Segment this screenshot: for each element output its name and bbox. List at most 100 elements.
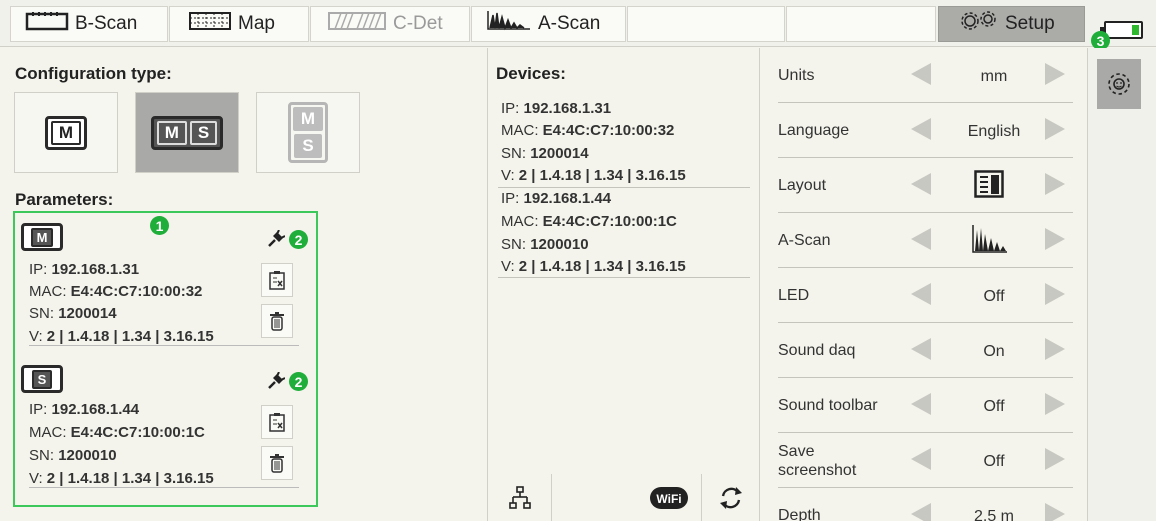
arrow-left-icon[interactable] [911,228,931,250]
arrow-right-icon[interactable] [1045,393,1065,415]
cdet-icon [327,10,387,38]
tab-cdet-label: C-Det [393,13,443,34]
device-m-icon: M [21,223,63,251]
config-m-icon: M [44,115,88,150]
tab-ascan-label: A-Scan [538,13,601,34]
link-icon [267,371,286,395]
device-m-clear-button[interactable] [261,263,293,297]
top-toolbar: B-Scan Map C-Det A-Scan Setup 3 [0,0,1156,50]
refresh-button[interactable] [706,474,756,521]
right-sidebar [1087,48,1156,521]
config-cell: S [189,120,218,145]
config-title: Configuration type: [15,64,172,83]
bscan-icon [25,10,69,38]
arrow-right-icon[interactable] [1045,503,1065,521]
devices-panel: Devices: IP: 192.168.1.31 MAC: E4:4C:C7:… [487,48,760,521]
tab-cdet[interactable]: C-Det [310,6,470,42]
device-m-version: V: 2 | 1.4.18 | 1.34 | 3.16.15 [29,328,214,345]
config-option-m[interactable]: M [14,92,118,173]
battery-indicator [1100,21,1143,39]
device-s-clear-button[interactable] [261,405,293,439]
arrow-left-icon[interactable] [911,63,931,85]
settings-tab-button[interactable] [1097,59,1141,109]
device-s-mac: MAC: E4:4C:C7:10:00:1C [29,424,205,441]
device-s-delete-button[interactable] [261,446,293,480]
arrow-left-icon[interactable] [911,503,931,521]
setting-label: Language [778,122,850,139]
config-cell: M [292,107,324,131]
layout-icon [974,170,1004,203]
device-s-sn: SN: 1200010 [29,447,117,464]
tab-setup-label: Setup [1005,13,1055,34]
ascan-waveform-icon [972,224,1008,259]
arrow-left-icon[interactable] [911,118,931,140]
arrow-left-icon[interactable] [911,448,931,470]
setting-label: Units [778,67,815,84]
setting-units: Units mm [761,48,1087,103]
device-m-badge: 2 [289,230,308,249]
parameters-box: 1 M 2 IP: 192.168.1.31 MAC: E4:4C:C7:10:… [13,211,318,507]
config-option-ms-stacked[interactable]: M S [256,92,360,173]
network-button[interactable] [488,474,552,521]
arrow-right-icon[interactable] [1045,63,1065,85]
config-cell: M [156,120,187,145]
device-m-delete-button[interactable] [261,304,293,338]
config-ms-stacked-icon: M S [287,102,329,163]
arrow-left-icon[interactable] [911,393,931,415]
tab-empty-2 [786,6,936,42]
svg-text:WiFi: WiFi [656,492,681,506]
setting-label: Save screenshot [778,443,857,479]
setting-sound-toolbar: Sound toolbar Off [761,378,1087,433]
config-option-ms[interactable]: M S [135,92,239,173]
tab-map-label: Map [238,13,275,34]
device-s-badge: 2 [289,372,308,391]
arrow-right-icon[interactable] [1045,173,1065,195]
setting-label: Sound daq [778,342,856,359]
left-panel: Configuration type: M M S M S Parameters… [0,48,486,521]
device-s-version: V: 2 | 1.4.18 | 1.34 | 3.16.15 [29,470,214,487]
wifi-button[interactable]: WiFi [636,474,702,521]
setting-label: LED [778,287,810,304]
setting-label: Depth [778,507,821,521]
arrow-left-icon[interactable] [911,173,931,195]
device-m-sn: SN: 1200014 [29,305,117,322]
divider [498,187,750,188]
arrow-right-icon[interactable] [1045,448,1065,470]
setting-sound-daq: Sound daq On [761,323,1087,378]
network-icon [508,485,531,509]
tab-bscan[interactable]: B-Scan [10,6,168,42]
setting-value: English [967,123,1021,140]
parameter-device-s: S 2 IP: 192.168.1.44 MAC: E4:4C:C7:10:00… [21,365,311,505]
tab-ascan[interactable]: A-Scan [471,6,626,42]
setting-value: Off [983,288,1005,305]
setting-depth: Depth 2.5 m [761,488,1087,521]
device-s-ip: IP: 192.168.1.44 [29,401,140,418]
config-cell: M [50,120,82,145]
devices-title: Devices: [496,64,566,83]
settings-gear-icon [1108,73,1130,95]
setting-value: 2.5 m [973,508,1014,521]
arrow-right-icon[interactable] [1045,338,1065,360]
clipboard-x-icon [269,413,285,432]
divider [29,487,299,488]
tab-setup[interactable]: Setup [938,6,1085,42]
setting-value: Off [983,398,1005,415]
trash-icon [270,454,284,473]
device-s-icon: S [21,365,63,393]
arrow-right-icon[interactable] [1045,228,1065,250]
tab-empty-1 [627,6,785,42]
clipboard-x-icon [269,271,285,290]
arrow-right-icon[interactable] [1045,283,1065,305]
setting-layout: Layout [761,158,1087,213]
config-ms-icon: M S [150,115,224,150]
setting-ascan: A-Scan [761,213,1087,268]
setting-save-screenshot: Save screenshot Off [761,433,1087,488]
setting-label: A-Scan [778,232,831,249]
arrow-right-icon[interactable] [1045,118,1065,140]
arrow-left-icon[interactable] [911,338,931,360]
tab-map[interactable]: Map [169,6,309,42]
trash-icon [270,312,284,331]
setting-led: LED Off [761,268,1087,323]
arrow-left-icon[interactable] [911,283,931,305]
ascan-icon [486,9,532,39]
